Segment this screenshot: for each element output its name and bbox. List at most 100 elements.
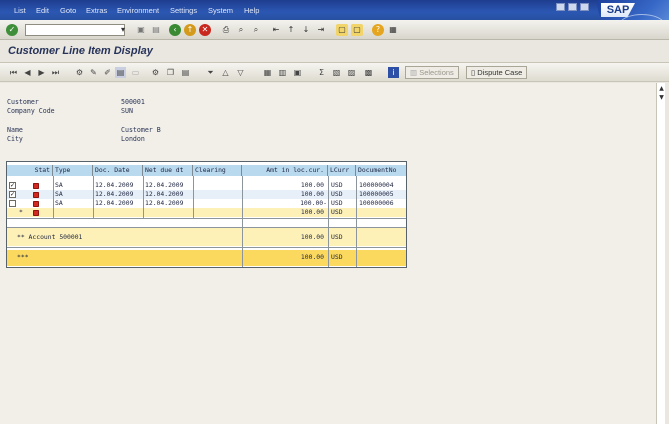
disabled-action-icon: ▭ <box>131 68 140 77</box>
dispute-case-button[interactable]: ▯ Dispute Case <box>466 66 528 79</box>
menu-environment[interactable]: Environment <box>117 6 159 15</box>
subtotal-row <box>7 208 406 217</box>
document-icon: ▯ <box>471 68 476 77</box>
sort-descending-icon[interactable]: ▽ <box>235 67 246 78</box>
command-dropdown-icon[interactable]: ▾ <box>117 24 129 36</box>
open-item-status-icon <box>33 201 39 207</box>
next-item-icon[interactable]: ▶ <box>36 67 47 78</box>
column-divider <box>356 176 357 267</box>
column-header-net-due[interactable]: Net due dt <box>143 165 193 176</box>
menu-settings[interactable]: Settings <box>170 6 197 15</box>
name-value: Customer B <box>121 126 161 134</box>
vertical-scrollbar[interactable]: ▲ ▼ <box>656 83 665 424</box>
account-total-currency: USD <box>331 233 343 241</box>
column-header-stat[interactable]: Stat <box>7 165 53 176</box>
column-header-lcurr[interactable]: LCurr <box>328 165 356 176</box>
minimize-button[interactable] <box>556 3 565 11</box>
menu-goto[interactable]: Goto <box>60 6 76 15</box>
previous-item-icon[interactable]: ◀ <box>22 67 33 78</box>
customer-value: 500001 <box>121 98 145 106</box>
scroll-up-icon[interactable]: ▲ <box>658 85 665 92</box>
exit-icon[interactable]: ↑ <box>184 24 196 36</box>
sort-icon[interactable]: △ <box>220 67 231 78</box>
last-page-icon[interactable]: ⇥ <box>315 24 327 36</box>
subtotal-amount: 100.00 <box>300 208 324 216</box>
sap-gui-window: List Edit Goto Extras Environment Settin… <box>0 0 669 424</box>
row-select-checkbox[interactable]: ✓ <box>9 182 16 189</box>
save-layout-icon[interactable]: ▩ <box>363 67 374 78</box>
columns-icon[interactable]: ▥ <box>277 67 288 78</box>
open-item-status-icon <box>33 183 39 189</box>
cell-amount: 100.00- <box>300 199 327 207</box>
command-field[interactable] <box>25 24 125 36</box>
details-icon[interactable]: ▤ <box>180 67 191 78</box>
menu-system[interactable]: System <box>208 6 233 15</box>
select-all-icon[interactable]: ⚙ <box>150 67 161 78</box>
window-controls <box>556 3 589 11</box>
menu-edit[interactable]: Edit <box>36 6 49 15</box>
info-icon[interactable]: i <box>388 67 399 78</box>
cell-net-due: 12.04.2009 <box>145 181 184 189</box>
display-icon[interactable]: ⚙ <box>74 67 85 78</box>
back-icon[interactable]: ‹ <box>169 24 181 36</box>
cancel-icon[interactable]: ✕ <box>199 24 211 36</box>
row-select-checkbox[interactable] <box>9 200 16 207</box>
last-item-icon[interactable]: ⏭ <box>50 67 61 78</box>
selections-icon: ▥ <box>410 68 418 77</box>
cell-currency: USD <box>331 181 343 189</box>
column-divider <box>242 176 243 267</box>
dispute-case-label: Dispute Case <box>477 68 523 77</box>
filter-icon[interactable]: ⏷ <box>205 67 216 78</box>
edit-pencil-icon[interactable]: ✎ <box>88 67 99 78</box>
save-icon[interactable]: ▣ <box>135 24 147 36</box>
cell-document-no: 100000006 <box>359 199 394 207</box>
column-header-clearing[interactable]: Clearing <box>193 165 242 176</box>
layout-icon[interactable]: ▦ <box>262 67 273 78</box>
grand-total-currency: USD <box>331 253 343 261</box>
menu-help[interactable]: Help <box>244 6 259 15</box>
column-divider <box>143 176 144 218</box>
next-page-icon[interactable]: ↓ <box>300 24 312 36</box>
column-header-document-no[interactable]: DocumentNo <box>356 165 406 176</box>
cell-net-due: 12.04.2009 <box>145 199 184 207</box>
menu-extras[interactable]: Extras <box>86 6 107 15</box>
selected-items-icon[interactable]: ▤ <box>115 67 126 78</box>
export-icon[interactable]: ▣ <box>292 67 303 78</box>
city-value: London <box>121 135 145 143</box>
find-next-icon[interactable]: ⌕ <box>250 24 262 36</box>
account-total-amount: 100.00 <box>300 233 324 241</box>
subtotal-currency: USD <box>331 208 343 216</box>
first-item-icon[interactable]: ⏮ <box>8 67 19 78</box>
choose-layout-icon[interactable]: ▨ <box>346 67 357 78</box>
maximize-button[interactable] <box>568 3 577 11</box>
cell-doc-date: 12.04.2009 <box>95 181 134 189</box>
column-header-doc-date[interactable]: Doc. Date <box>93 165 143 176</box>
subtotal-icon[interactable]: ▧ <box>331 67 342 78</box>
column-header-amount[interactable]: Amt in loc.cur. <box>242 165 328 176</box>
column-divider <box>53 176 54 218</box>
table-row[interactable] <box>7 190 406 199</box>
print-icon[interactable]: ⎙ <box>220 24 232 36</box>
row-select-checkbox[interactable]: ✓ <box>9 191 16 198</box>
table-row[interactable] <box>7 199 406 208</box>
previous-page-icon[interactable]: ↑ <box>285 24 297 36</box>
cell-currency: USD <box>331 190 343 198</box>
company-code-label: Company Code <box>7 107 55 115</box>
new-session-icon[interactable]: ▢ <box>336 24 348 36</box>
copy-icon[interactable]: ❐ <box>165 67 176 78</box>
shortcut-icon[interactable]: ▢ <box>351 24 363 36</box>
scroll-down-icon[interactable]: ▼ <box>658 94 665 101</box>
column-header-type[interactable]: Type <box>53 165 93 176</box>
sum-icon[interactable]: Σ <box>316 67 327 78</box>
table-row[interactable] <box>7 181 406 190</box>
enter-icon[interactable]: ✓ <box>6 24 18 36</box>
close-window-button[interactable] <box>580 3 589 11</box>
menu-list[interactable]: List <box>14 6 26 15</box>
first-page-icon[interactable]: ⇤ <box>270 24 282 36</box>
row-divider <box>7 218 406 219</box>
change-icon[interactable]: ✐ <box>102 67 113 78</box>
column-divider <box>328 176 329 267</box>
layout-menu-icon[interactable]: ▦ <box>387 24 399 36</box>
help-icon[interactable]: ? <box>372 24 384 36</box>
find-icon[interactable]: ⌕ <box>235 24 247 36</box>
